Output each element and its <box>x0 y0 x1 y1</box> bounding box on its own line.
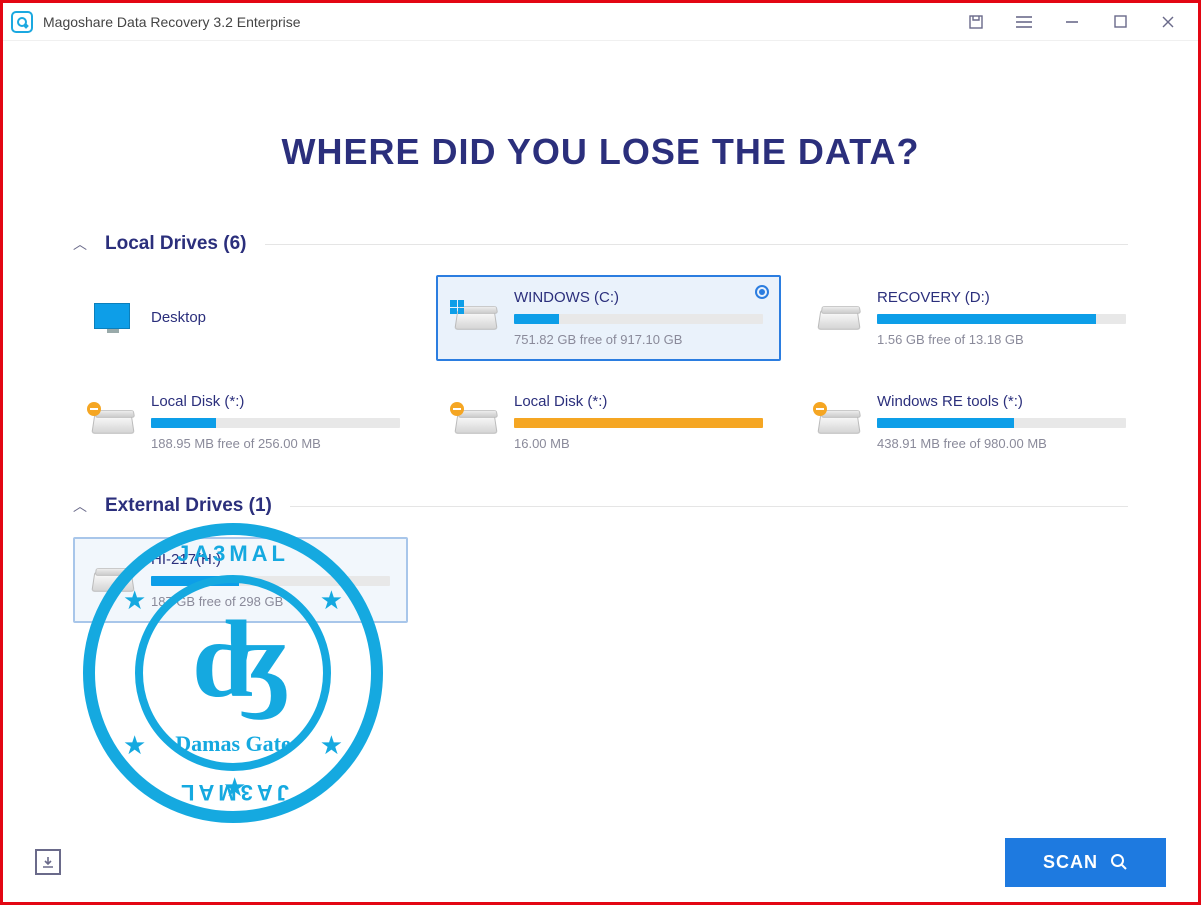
app-title: Magoshare Data Recovery 3.2 Enterprise <box>43 14 966 30</box>
drive-stat: 188.95 MB free of 256.00 MB <box>151 436 400 451</box>
chevron-up-icon: ︿ <box>73 496 87 516</box>
external-drives-grid: HI-217(H:) 187 GB free of 298 GB <box>73 537 1128 623</box>
windows-badge-icon <box>450 300 464 314</box>
warning-badge-icon <box>87 402 101 416</box>
main-content: WHERE DID YOU LOSE THE DATA? ︿ Local Dri… <box>3 41 1198 623</box>
maximize-button[interactable] <box>1110 12 1130 32</box>
drive-stat: 187 GB free of 298 GB <box>151 594 390 609</box>
local-drives-header[interactable]: ︿ Local Drives (6) <box>73 233 1128 255</box>
titlebar: Magoshare Data Recovery 3.2 Enterprise <box>3 3 1198 41</box>
warning-badge-icon <box>813 402 827 416</box>
drive-external-h[interactable]: HI-217(H:) 187 GB free of 298 GB <box>73 537 408 623</box>
drive-label: Local Disk (*:) <box>514 393 763 410</box>
menu-icon[interactable] <box>1014 12 1034 32</box>
drive-stat: 751.82 GB free of 917.10 GB <box>514 332 763 347</box>
hdd-icon <box>91 404 135 440</box>
hdd-icon <box>817 300 861 336</box>
app-window: Magoshare Data Recovery 3.2 Enterprise W… <box>0 0 1201 905</box>
drive-label: HI-217(H:) <box>151 551 390 568</box>
external-drives-header[interactable]: ︿ External Drives (1) <box>73 495 1128 517</box>
drive-stat: 1.56 GB free of 13.18 GB <box>877 332 1126 347</box>
usage-bar <box>514 418 763 428</box>
external-drives-section: ︿ External Drives (1) HI-217(H:) 187 GB … <box>73 495 1128 623</box>
external-drives-title: External Drives (1) <box>105 495 272 517</box>
save-icon[interactable] <box>966 12 986 32</box>
search-icon <box>1110 853 1128 871</box>
usage-bar <box>151 418 400 428</box>
minimize-button[interactable] <box>1062 12 1082 32</box>
selected-radio-icon <box>755 285 769 299</box>
local-drives-section: ︿ Local Drives (6) Desktop <box>73 233 1128 465</box>
drive-label: Local Disk (*:) <box>151 393 400 410</box>
drive-windows-re[interactable]: Windows RE tools (*:) 438.91 MB free of … <box>799 379 1144 465</box>
usage-bar <box>151 576 390 586</box>
hdd-icon <box>91 562 135 598</box>
drive-local-2[interactable]: Local Disk (*:) 16.00 MB <box>436 379 781 465</box>
import-button[interactable] <box>35 849 61 875</box>
close-button[interactable] <box>1158 12 1178 32</box>
warning-badge-icon <box>450 402 464 416</box>
drive-label: RECOVERY (D:) <box>877 289 1126 306</box>
usage-bar <box>877 314 1126 324</box>
app-logo-icon <box>11 11 33 33</box>
usage-bar <box>877 418 1126 428</box>
drive-label: WINDOWS (C:) <box>514 289 763 306</box>
drive-windows-c[interactable]: WINDOWS (C:) 751.82 GB free of 917.10 GB <box>436 275 781 361</box>
hdd-icon <box>817 404 861 440</box>
drive-label: Desktop <box>151 309 400 326</box>
drive-recovery-d[interactable]: RECOVERY (D:) 1.56 GB free of 13.18 GB <box>799 275 1144 361</box>
scan-label: SCAN <box>1043 852 1098 873</box>
window-controls <box>966 12 1190 32</box>
drive-local-1[interactable]: Local Disk (*:) 188.95 MB free of 256.00… <box>73 379 418 465</box>
drive-desktop[interactable]: Desktop <box>73 275 418 361</box>
local-drives-title: Local Drives (6) <box>105 233 247 255</box>
drive-stat: 16.00 MB <box>514 436 763 451</box>
hdd-icon <box>454 404 498 440</box>
hdd-icon <box>454 300 498 336</box>
usage-bar <box>514 314 763 324</box>
page-title: WHERE DID YOU LOSE THE DATA? <box>73 131 1128 173</box>
scan-button[interactable]: SCAN <box>1005 838 1166 887</box>
monitor-icon <box>91 300 135 336</box>
local-drives-grid: Desktop WINDOWS (C:) 751.82 GB free of 9… <box>73 275 1128 465</box>
drive-stat: 438.91 MB free of 980.00 MB <box>877 436 1126 451</box>
footer: SCAN <box>3 822 1198 902</box>
drive-label: Windows RE tools (*:) <box>877 393 1126 410</box>
chevron-up-icon: ︿ <box>73 234 87 254</box>
